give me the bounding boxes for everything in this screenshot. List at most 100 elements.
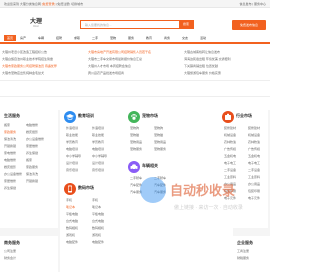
- category-link[interactable]: 保洁清洗: [26, 171, 44, 178]
- category-link[interactable]: 宠物用品: [154, 139, 166, 146]
- category-link[interactable]: 音乐培训: [66, 167, 81, 174]
- news-item[interactable]: 大理州人才市场 本周招聘会信息: [88, 64, 178, 68]
- nav-home[interactable]: 首页: [4, 35, 17, 41]
- category-link[interactable]: 笔记本: [66, 204, 78, 211]
- category-link[interactable]: 电子电工: [248, 160, 260, 167]
- category-link[interactable]: 五金机电: [248, 153, 260, 160]
- category-link[interactable]: 游戏机: [92, 232, 104, 239]
- news-item[interactable]: 大理州老旧小区改造工程招标公告: [2, 50, 84, 54]
- category-link[interactable]: 装修建材: [224, 125, 236, 132]
- category-link[interactable]: 开锁换锁: [4, 143, 22, 150]
- category-link[interactable]: 公司注册: [4, 248, 16, 255]
- category-link[interactable]: 农林牧渔: [224, 139, 236, 146]
- category-link[interactable]: 笔记本: [92, 204, 104, 211]
- nav-biz[interactable]: 商务: [164, 36, 170, 40]
- category-link[interactable]: 游戏机: [66, 232, 78, 239]
- news-item[interactable]: 大理古城客栈转让信息发布: [184, 50, 268, 54]
- category-link[interactable]: 婚庆摄影: [26, 129, 44, 136]
- category-link[interactable]: 婚庆摄影: [4, 164, 22, 171]
- category-link[interactable]: 台式电脑: [66, 218, 78, 225]
- register-link[interactable]: (免费注册) 切换城市: [56, 2, 83, 6]
- nav-friend[interactable]: 交友: [182, 36, 188, 40]
- category-link[interactable]: 办公设备维修: [26, 136, 44, 143]
- search-input[interactable]: 输入您要找的信息...: [85, 23, 112, 27]
- category-link[interactable]: 电脑维修: [26, 122, 44, 129]
- category-link[interactable]: 平板电脑: [66, 211, 78, 218]
- search-box[interactable]: 输入您要找的信息... 搜索: [80, 20, 194, 29]
- login-link[interactable]: [免费登录]: [42, 2, 56, 6]
- nav-seek[interactable]: 求职: [74, 36, 80, 40]
- category-link[interactable]: 养生保健: [4, 185, 22, 192]
- category-link[interactable]: 中小学辅导: [66, 153, 81, 160]
- category-link[interactable]: 养生保健: [26, 150, 44, 157]
- category-link[interactable]: 家居维修: [26, 143, 44, 150]
- nav-car[interactable]: 车辆: [38, 36, 44, 40]
- category-link[interactable]: 数码相机: [92, 225, 104, 232]
- category-link[interactable]: 平板电脑: [92, 211, 104, 218]
- site-logo[interactable]: 大理 DALI: [18, 16, 54, 28]
- top-right-links[interactable]: 信息发布 | 服务中心: [240, 2, 266, 6]
- news-item[interactable]: 大理市家政服务公司招聘保洁员 待遇优厚: [2, 64, 84, 68]
- category-link[interactable]: 外语培训: [66, 125, 81, 132]
- category-link[interactable]: 广告传媒: [248, 146, 260, 153]
- category-link[interactable]: 搬家: [26, 157, 44, 164]
- category-link[interactable]: 学历教育: [66, 139, 81, 146]
- news-item[interactable]: 洱海边民宿出租 环境优美 交通便利: [184, 57, 268, 61]
- nav-pet[interactable]: 宠物: [110, 36, 116, 40]
- category-link[interactable]: 开锁换锁: [26, 178, 44, 185]
- nav-job[interactable]: 招聘: [56, 36, 62, 40]
- category-link[interactable]: 宠物服务: [130, 146, 142, 153]
- category-link[interactable]: 广告传媒: [224, 146, 236, 153]
- category-link[interactable]: 宠物服务: [154, 146, 166, 153]
- category-link[interactable]: 外语培训: [92, 125, 107, 132]
- nav-second[interactable]: 二手: [92, 36, 98, 40]
- category-link[interactable]: 宠物猫: [130, 132, 142, 139]
- search-button[interactable]: 搜索: [179, 21, 193, 28]
- nav-edu[interactable]: 教育: [146, 36, 152, 40]
- category-link[interactable]: 机械设备: [248, 132, 260, 139]
- category-link[interactable]: 手机: [66, 197, 78, 204]
- news-item[interactable]: 宾川县农产品批发市场招商: [88, 71, 178, 75]
- category-link[interactable]: 宠物猫: [154, 132, 166, 139]
- category-link[interactable]: 五金机电: [224, 153, 236, 160]
- category-link[interactable]: 农林牧渔: [248, 139, 260, 146]
- category-link[interactable]: 装修建材: [248, 125, 260, 132]
- category-link[interactable]: 电脑培训: [92, 146, 107, 153]
- category-link[interactable]: 数码相机: [66, 225, 78, 232]
- category-link[interactable]: 财务会计: [4, 255, 16, 262]
- category-link[interactable]: 电脑配件: [92, 239, 104, 246]
- category-link[interactable]: 家政服务: [26, 164, 44, 171]
- category-link[interactable]: 电脑维修: [4, 157, 22, 164]
- category-link[interactable]: 学历教育: [92, 139, 107, 146]
- category-link[interactable]: 职业技能: [92, 132, 107, 139]
- category-link[interactable]: 中小学辅导: [92, 153, 107, 160]
- category-link[interactable]: 电脑配件: [66, 239, 78, 246]
- category-link[interactable]: 音乐培训: [92, 167, 107, 174]
- news-item[interactable]: 大理旅游包车服务 价格实惠: [184, 71, 268, 75]
- nav-service[interactable]: 服务: [128, 36, 134, 40]
- nav-house[interactable]: 房产: [20, 36, 26, 40]
- category-link[interactable]: 宠物狗: [130, 125, 142, 132]
- category-link[interactable]: 台式电脑: [92, 218, 104, 225]
- category-link[interactable]: 手机: [92, 197, 104, 204]
- news-item[interactable]: 下关镇商铺出租 位置优越: [184, 64, 268, 68]
- news-item[interactable]: 大理市二手车交易市场最新报价信息汇总: [88, 57, 178, 61]
- category-link[interactable]: 机械设备: [224, 132, 236, 139]
- category-link[interactable]: 宠物用品: [130, 139, 142, 146]
- category-link[interactable]: 家电维修: [4, 150, 22, 157]
- news-item[interactable]: 大理市宠物店出售纯种金毛幼犬: [2, 71, 84, 75]
- category-link[interactable]: 家政服务: [4, 129, 22, 136]
- category-link[interactable]: 保洁清洗: [4, 136, 22, 143]
- category-link[interactable]: 电子电工: [224, 160, 236, 167]
- category-link[interactable]: 家居维修: [4, 178, 22, 185]
- news-item[interactable]: 大理市房地产开发有限公司招聘销售人员若干名: [88, 50, 178, 54]
- category-link[interactable]: 宠物狗: [154, 125, 166, 132]
- nav-event[interactable]: 活动: [200, 36, 206, 40]
- news-item[interactable]: 大理白族自治州职业技术学院招生简章: [2, 57, 84, 61]
- category-link[interactable]: 办公设备维修: [4, 171, 22, 178]
- category-link[interactable]: 职业技能: [66, 132, 81, 139]
- category-link[interactable]: 设计培训: [92, 160, 107, 167]
- category-link[interactable]: 搬家: [4, 122, 22, 129]
- category-link[interactable]: 电脑培训: [66, 146, 81, 153]
- publish-button[interactable]: 免费发布信息: [232, 20, 266, 30]
